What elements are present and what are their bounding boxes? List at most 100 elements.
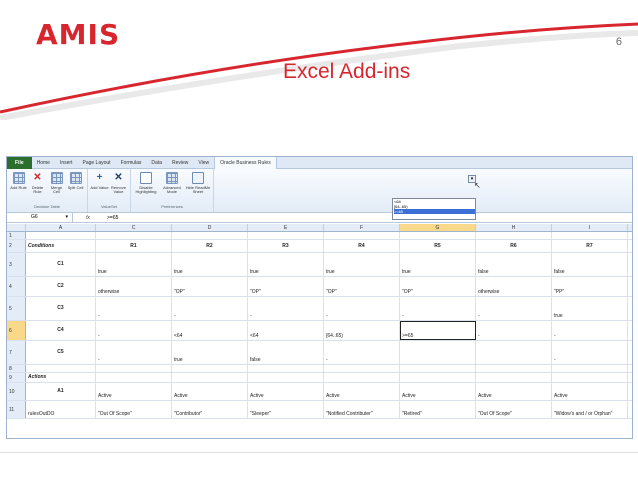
table-cell[interactable] <box>26 365 96 372</box>
table-cell[interactable] <box>552 365 628 372</box>
table-cell[interactable]: - <box>324 341 400 364</box>
table-cell[interactable]: true <box>324 253 400 276</box>
table-cell[interactable]: "Retired" <box>400 401 476 418</box>
column-header[interactable]: A <box>26 224 96 231</box>
select-all-corner[interactable] <box>7 224 26 231</box>
column-header[interactable]: H <box>476 224 552 231</box>
column-header[interactable]: D <box>172 224 248 231</box>
formula-input[interactable]: >=65 <box>103 215 118 221</box>
table-cell[interactable] <box>96 373 172 382</box>
table-cell[interactable]: Active <box>96 383 172 400</box>
table-cell[interactable]: "OP" <box>172 277 248 296</box>
tab-home[interactable]: Home <box>32 157 55 169</box>
table-cell[interactable]: "Notified Contributer" <box>324 401 400 418</box>
hide-readme-sheet-button[interactable]: Hide ReadMe Sheet <box>185 170 211 203</box>
table-cell[interactable]: - <box>552 321 628 340</box>
active-cell[interactable]: >=65 <box>400 321 476 340</box>
table-cell[interactable]: "PP" <box>552 277 628 296</box>
table-cell[interactable]: Conditions <box>26 240 96 252</box>
table-cell[interactable]: Active <box>172 383 248 400</box>
table-cell[interactable]: [64..65) <box>324 321 400 340</box>
row-header[interactable]: 7 <box>7 341 26 364</box>
remove-value-button[interactable]: ✕ Remove Value <box>109 170 128 203</box>
table-cell[interactable]: - <box>96 341 172 364</box>
row-header[interactable]: 8 <box>7 365 26 372</box>
add-value-button[interactable]: + Add Value <box>90 170 109 203</box>
row-header[interactable]: 9 <box>7 373 26 382</box>
column-header[interactable]: F <box>324 224 400 231</box>
table-cell[interactable]: "Out Of Scope" <box>96 401 172 418</box>
chevron-down-icon[interactable]: ▾ <box>65 213 68 222</box>
table-cell[interactable]: C5 <box>26 341 96 364</box>
table-cell[interactable]: true <box>552 297 628 320</box>
tab-view[interactable]: View <box>193 157 214 169</box>
table-cell[interactable] <box>96 365 172 372</box>
table-cell[interactable]: R6 <box>476 240 552 252</box>
table-cell[interactable]: "OP" <box>324 277 400 296</box>
table-cell[interactable]: C4 <box>26 321 96 340</box>
table-cell[interactable]: - <box>96 297 172 320</box>
tab-data[interactable]: Data <box>146 157 167 169</box>
column-header[interactable]: C <box>96 224 172 231</box>
table-cell[interactable] <box>248 365 324 372</box>
tab-page-layout[interactable]: Page Layout <box>77 157 115 169</box>
table-cell[interactable]: rulesOutDO <box>26 401 96 418</box>
table-cell[interactable]: R2 <box>172 240 248 252</box>
table-cell[interactable]: "Contributor" <box>172 401 248 418</box>
table-cell[interactable] <box>96 232 172 239</box>
table-cell[interactable]: R5 <box>400 240 476 252</box>
name-box[interactable]: G6 ▾ <box>7 213 73 222</box>
merge-cell-button[interactable]: Merge Cell <box>47 170 66 203</box>
table-cell[interactable]: true <box>248 253 324 276</box>
table-cell[interactable]: C2 <box>26 277 96 296</box>
table-cell[interactable] <box>26 232 96 239</box>
table-cell[interactable] <box>172 373 248 382</box>
spreadsheet-grid[interactable]: A C D E F G H I 1 2 Conditions R1 R2 R3 R4 R5 R6 R7 3 C1 tru… <box>7 224 632 419</box>
split-cell-button[interactable]: Split Cell <box>66 170 85 203</box>
table-cell[interactable] <box>248 373 324 382</box>
table-cell[interactable]: R1 <box>96 240 172 252</box>
table-cell[interactable] <box>400 341 476 364</box>
column-header[interactable]: E <box>248 224 324 231</box>
table-cell[interactable]: R4 <box>324 240 400 252</box>
table-cell[interactable]: - <box>96 321 172 340</box>
row-header[interactable]: 6 <box>7 321 26 340</box>
table-cell[interactable]: R3 <box>248 240 324 252</box>
table-cell[interactable]: otherwise <box>96 277 172 296</box>
row-header[interactable]: 5 <box>7 297 26 320</box>
table-cell[interactable]: - <box>476 297 552 320</box>
tab-insert[interactable]: Insert <box>55 157 78 169</box>
table-cell[interactable]: <64 <box>172 321 248 340</box>
tab-review[interactable]: Review <box>167 157 193 169</box>
table-cell[interactable] <box>476 365 552 372</box>
dropdown-option[interactable]: >=65 <box>394 209 475 214</box>
table-cell[interactable]: true <box>400 253 476 276</box>
table-cell[interactable]: R7 <box>552 240 628 252</box>
table-cell[interactable]: true <box>96 253 172 276</box>
row-header[interactable]: 3 <box>7 253 26 276</box>
table-cell[interactable]: - <box>172 297 248 320</box>
table-cell[interactable]: - <box>400 297 476 320</box>
table-cell[interactable]: "OP" <box>400 277 476 296</box>
table-cell[interactable]: false <box>248 341 324 364</box>
table-cell[interactable]: A1 <box>26 383 96 400</box>
advanced-mode-button[interactable]: Advanced Mode <box>159 170 185 203</box>
table-cell[interactable]: "Widow's and / or Orphan" <box>552 401 628 418</box>
row-header[interactable]: 4 <box>7 277 26 296</box>
table-cell[interactable]: false <box>552 253 628 276</box>
column-header[interactable]: G <box>400 224 476 231</box>
table-cell[interactable] <box>400 365 476 372</box>
row-header[interactable]: 10 <box>7 383 26 400</box>
table-cell[interactable]: - <box>552 341 628 364</box>
table-cell[interactable] <box>400 232 476 239</box>
table-cell[interactable]: true <box>172 341 248 364</box>
table-cell[interactable] <box>552 373 628 382</box>
cell-dropdown-list[interactable]: <64 [64..65) >=65 <box>392 198 476 220</box>
table-cell[interactable]: C1 <box>26 253 96 276</box>
table-cell[interactable]: - <box>248 297 324 320</box>
table-cell[interactable] <box>476 341 552 364</box>
table-cell[interactable]: Actions <box>26 373 96 382</box>
row-header[interactable]: 11 <box>7 401 26 418</box>
table-cell[interactable] <box>172 232 248 239</box>
table-cell[interactable]: Active <box>476 383 552 400</box>
